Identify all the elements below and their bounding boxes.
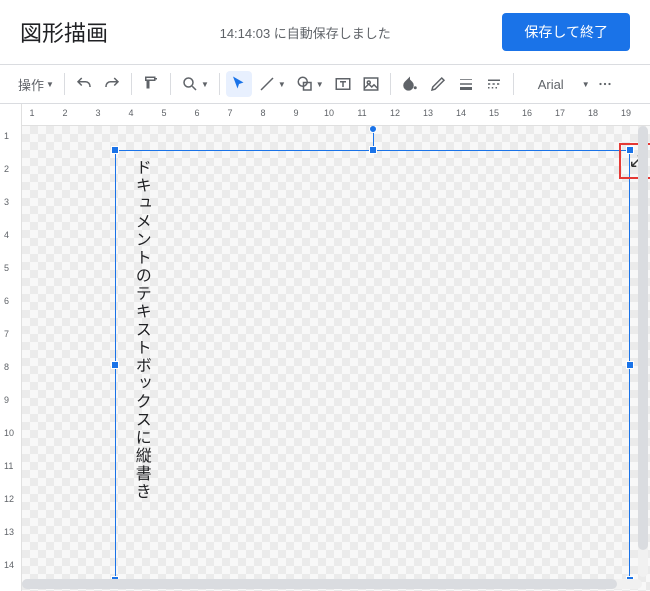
more-button[interactable]: [592, 71, 618, 97]
border-color-button[interactable]: [425, 71, 451, 97]
undo-button[interactable]: [71, 71, 97, 97]
fill-color-button[interactable]: [397, 71, 423, 97]
zoom-button[interactable]: ▼: [177, 71, 213, 97]
workspace: 1234567891011121314 12345678910111213141…: [0, 104, 650, 591]
rotation-line: [373, 131, 374, 147]
actions-menu[interactable]: 操作▼: [14, 71, 58, 97]
separator: [64, 73, 65, 95]
save-close-button[interactable]: 保存して終了: [502, 13, 630, 51]
app-title: 図形描画: [20, 16, 108, 48]
line-tool[interactable]: ▼: [254, 71, 290, 97]
separator: [513, 73, 514, 95]
separator: [131, 73, 132, 95]
canvas[interactable]: ドキュメントのテキストボックスに縦書き: [22, 126, 650, 591]
autosave-status: 14:14:03 に自動保存しました: [108, 23, 502, 42]
border-dash-button[interactable]: [481, 71, 507, 97]
font-select[interactable]: Arial: [520, 71, 580, 97]
scrollbar-horizontal[interactable]: [22, 579, 642, 589]
ruler-horizontal: 12345678910111213141516171819: [22, 104, 650, 126]
redo-button[interactable]: [99, 71, 125, 97]
resize-handle-ml[interactable]: [111, 361, 119, 369]
resize-handle-mr[interactable]: [626, 361, 634, 369]
image-tool[interactable]: [358, 71, 384, 97]
paint-format-button[interactable]: [138, 71, 164, 97]
separator: [219, 73, 220, 95]
rotation-handle[interactable]: [369, 126, 377, 133]
vertical-text-content[interactable]: ドキュメントのテキストボックスに縦書き: [130, 159, 151, 501]
resize-handle-tl[interactable]: [111, 146, 119, 154]
resize-handle-mt[interactable]: [369, 146, 377, 154]
ruler-vertical: 1234567891011121314: [0, 104, 22, 591]
select-tool[interactable]: [226, 71, 252, 97]
header: 図形描画 14:14:03 に自動保存しました 保存して終了: [0, 0, 650, 64]
toolbar: 操作▼ ▼ ▼ ▼ Arial▼: [0, 64, 650, 104]
separator: [390, 73, 391, 95]
textbox-tool[interactable]: [330, 71, 356, 97]
border-weight-button[interactable]: [453, 71, 479, 97]
selected-textbox[interactable]: ドキュメントのテキストボックスに縦書き: [115, 150, 630, 580]
shape-tool[interactable]: ▼: [292, 71, 328, 97]
separator: [170, 73, 171, 95]
scrollbar-vertical[interactable]: [638, 126, 648, 577]
